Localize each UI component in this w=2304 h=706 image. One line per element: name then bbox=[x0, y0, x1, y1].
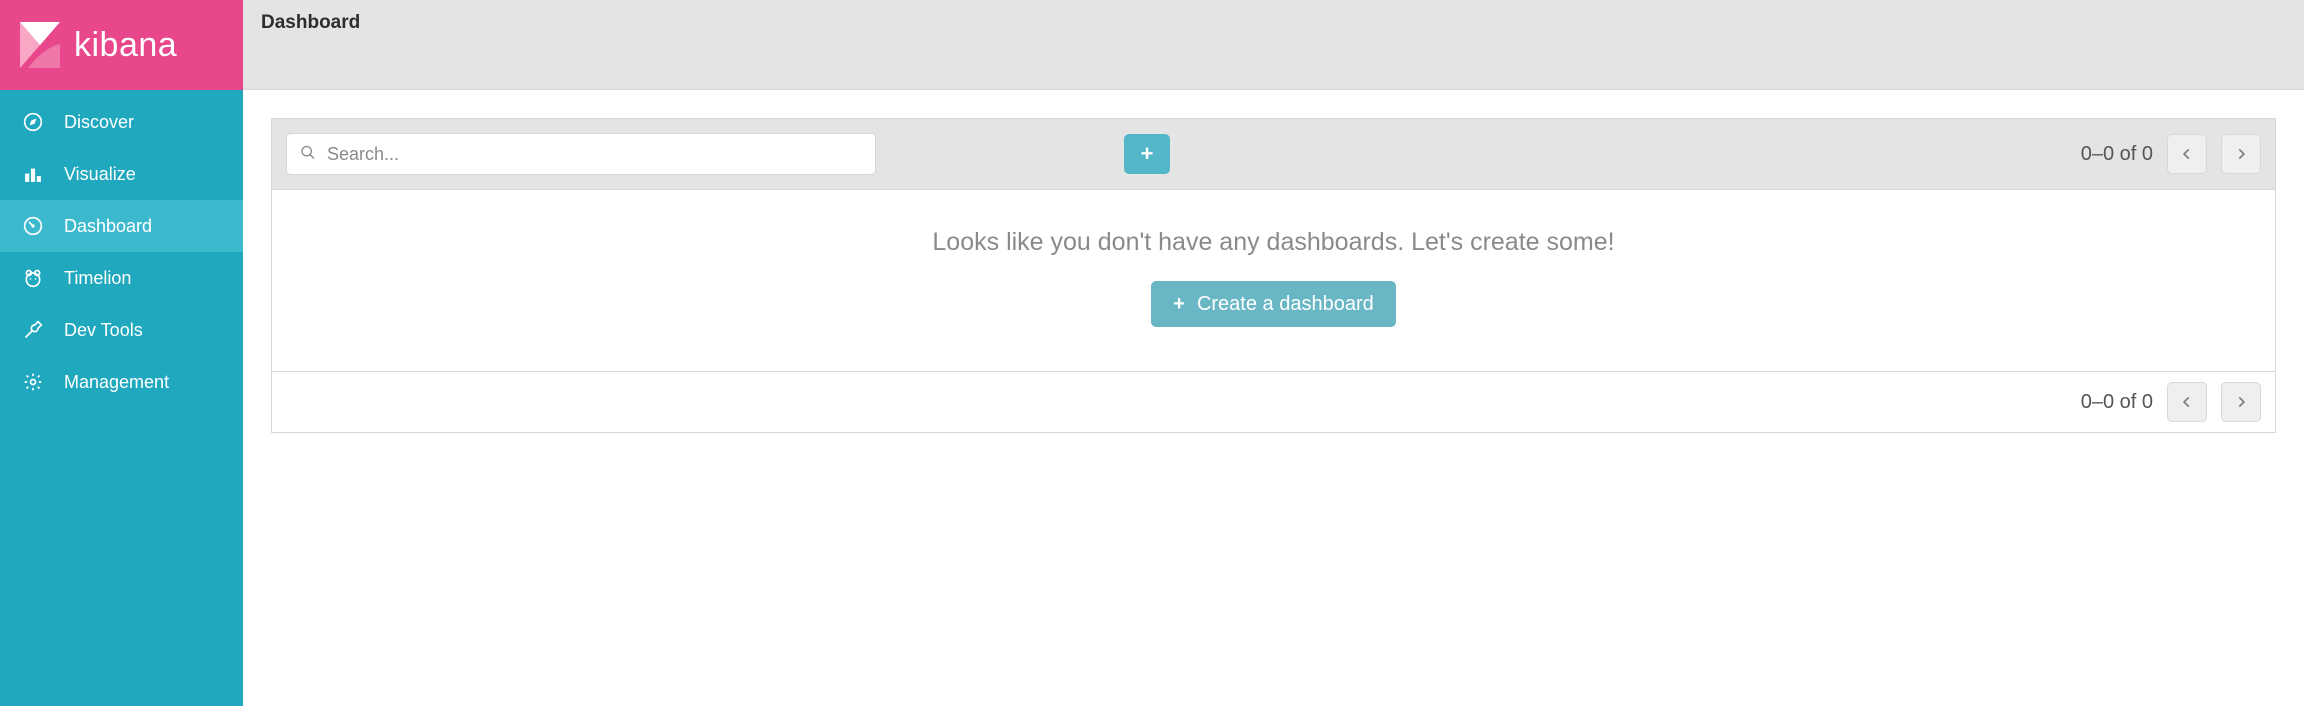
sidebar-nav: Discover Visualize Dashboard Timelion bbox=[0, 90, 243, 408]
search-input[interactable] bbox=[286, 133, 876, 175]
bear-icon bbox=[22, 267, 44, 289]
page-title: Dashboard bbox=[261, 12, 360, 34]
create-dashboard-button[interactable]: + Create a dashboard bbox=[1151, 281, 1395, 327]
compass-icon bbox=[22, 111, 44, 133]
sidebar: kibana Discover Visualize Dashboard bbox=[0, 0, 243, 706]
barchart-icon bbox=[22, 163, 44, 185]
sidebar-item-label: Visualize bbox=[64, 164, 136, 185]
sidebar-item-label: Timelion bbox=[64, 268, 131, 289]
pager-prev-top[interactable] bbox=[2167, 134, 2207, 174]
sidebar-item-devtools[interactable]: Dev Tools bbox=[0, 304, 243, 356]
create-dashboard-label: Create a dashboard bbox=[1197, 293, 1374, 316]
kibana-logo-icon bbox=[20, 22, 60, 68]
plus-icon: + bbox=[1173, 293, 1185, 316]
pager-prev-bottom[interactable] bbox=[2167, 382, 2207, 422]
toolbar-right: 0–0 of 0 bbox=[2081, 134, 2261, 174]
pager-next-top[interactable] bbox=[2221, 134, 2261, 174]
gear-icon bbox=[22, 371, 44, 393]
plus-icon: + bbox=[1141, 143, 1154, 165]
sidebar-item-label: Dev Tools bbox=[64, 320, 143, 341]
pager-next-bottom[interactable] bbox=[2221, 382, 2261, 422]
gauge-icon bbox=[22, 215, 44, 237]
search-wrapper bbox=[286, 133, 876, 175]
add-dashboard-button[interactable]: + bbox=[1124, 134, 1170, 174]
sidebar-item-label: Dashboard bbox=[64, 216, 152, 237]
listing-toolbar: + 0–0 of 0 bbox=[272, 119, 2275, 189]
empty-state: Looks like you don't have any dashboards… bbox=[272, 189, 2275, 371]
pagination-count-bottom: 0–0 of 0 bbox=[2081, 391, 2153, 414]
sidebar-item-dashboard[interactable]: Dashboard bbox=[0, 200, 243, 252]
pagination-count-top: 0–0 of 0 bbox=[2081, 143, 2153, 166]
sidebar-item-label: Discover bbox=[64, 112, 134, 133]
empty-message: Looks like you don't have any dashboards… bbox=[292, 228, 2255, 257]
wrench-icon bbox=[22, 319, 44, 341]
sidebar-item-timelion[interactable]: Timelion bbox=[0, 252, 243, 304]
sidebar-item-visualize[interactable]: Visualize bbox=[0, 148, 243, 200]
topbar: Dashboard bbox=[243, 0, 2304, 90]
brand-banner: kibana bbox=[0, 0, 243, 90]
dashboard-listing-panel: + 0–0 of 0 Looks like you don't hav bbox=[271, 118, 2276, 433]
listing-footer: 0–0 of 0 bbox=[272, 371, 2275, 432]
sidebar-item-management[interactable]: Management bbox=[0, 356, 243, 408]
sidebar-item-discover[interactable]: Discover bbox=[0, 96, 243, 148]
content-area: + 0–0 of 0 Looks like you don't hav bbox=[243, 90, 2304, 461]
sidebar-item-label: Management bbox=[64, 372, 169, 393]
main-area: Dashboard + 0–0 of bbox=[243, 0, 2304, 706]
brand-label: kibana bbox=[74, 26, 177, 65]
